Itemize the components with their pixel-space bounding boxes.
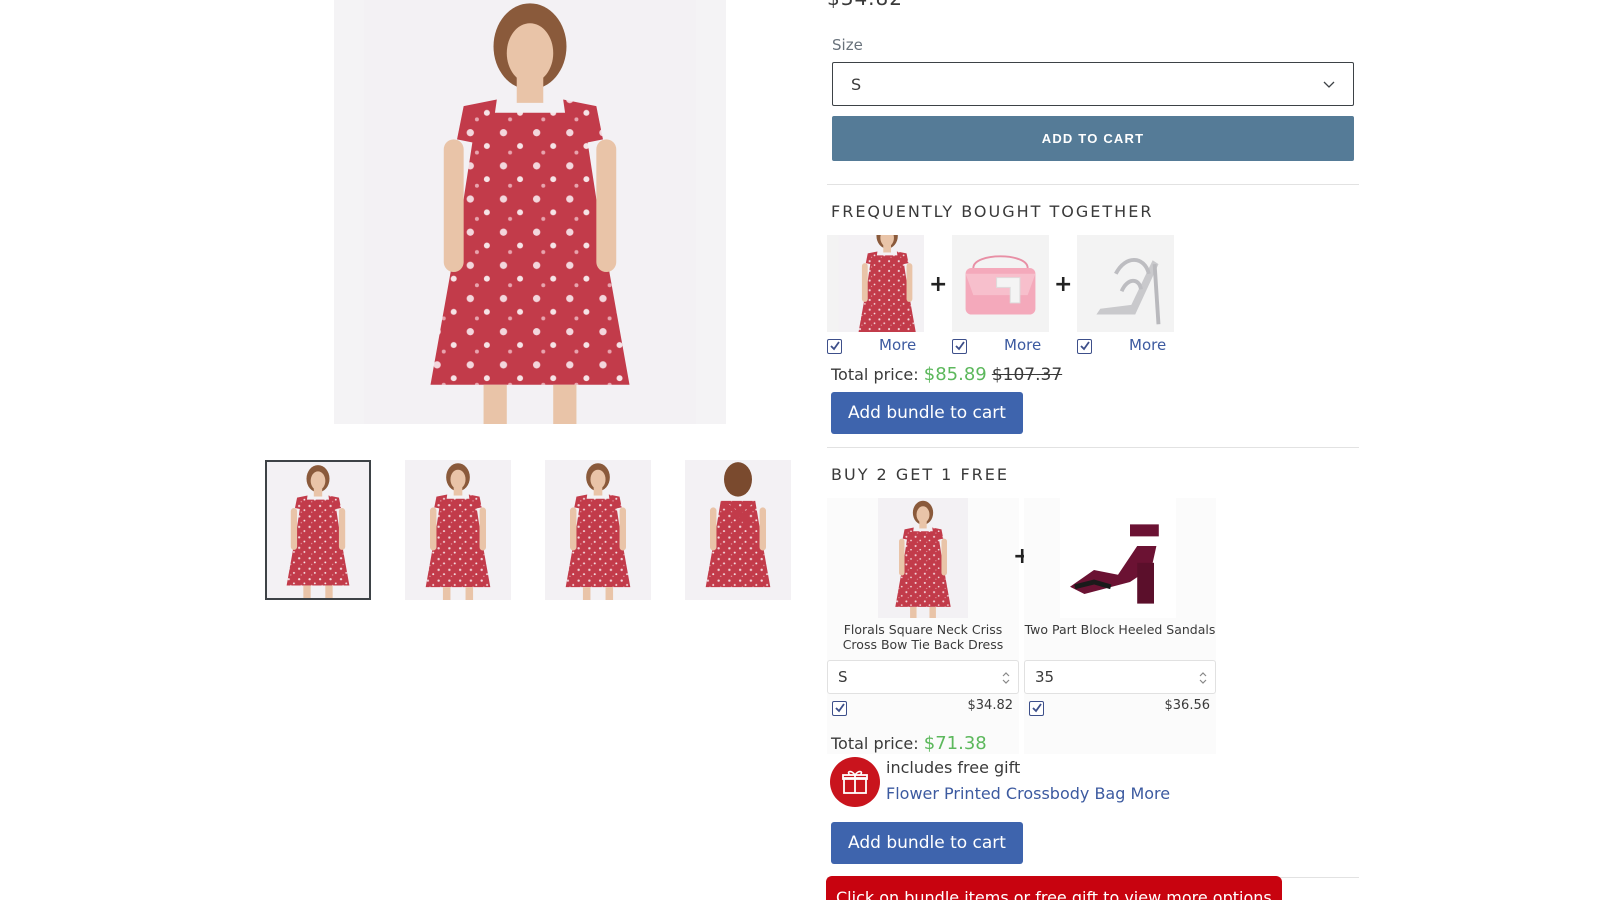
b2g1-item-option-value: 35 xyxy=(1035,668,1055,686)
b2g1-total: Total price: $71.38 xyxy=(831,733,987,754)
b2g1-item-checkbox[interactable] xyxy=(832,701,847,716)
b2g1-item-image[interactable] xyxy=(878,498,968,618)
chevron-down-icon xyxy=(1323,81,1335,88)
fbt-item-checkbox[interactable] xyxy=(952,339,967,354)
fbt-item-checkbox[interactable] xyxy=(1077,339,1092,354)
b2g1-item-image[interactable] xyxy=(1060,498,1176,618)
fbt-item-checkbox[interactable] xyxy=(827,339,842,354)
b2g1-add-bundle-button[interactable]: Add bundle to cart xyxy=(831,822,1023,864)
b2g1-title: BUY 2 GET 1 FREE xyxy=(831,465,1009,484)
b2g1-item-option-value: S xyxy=(838,668,848,686)
b2g1-item-price: $36.56 xyxy=(1164,698,1211,713)
b2g1-item-price: $34.82 xyxy=(967,698,1014,713)
bundle-hint-tooltip: Click on bundle items or free gift to vi… xyxy=(826,876,1282,900)
select-arrows-icon xyxy=(1199,672,1207,684)
b2g1-total-price: $71.38 xyxy=(923,733,987,754)
check-icon xyxy=(834,702,846,714)
divider xyxy=(827,184,1359,185)
product-main-image[interactable] xyxy=(334,0,726,424)
b2g1-item-option-select[interactable]: 35 xyxy=(1024,660,1216,694)
check-icon xyxy=(954,340,966,352)
size-label: Size xyxy=(832,36,863,54)
b2g1-item-name[interactable]: Florals Square Neck Criss Cross Bow Tie … xyxy=(827,622,1019,652)
free-gift-label: includes free gift xyxy=(886,758,1021,777)
add-to-cart-button[interactable]: ADD TO CART xyxy=(832,116,1354,161)
fbt-total-label: Total price: xyxy=(831,365,919,384)
fbt-add-bundle-button[interactable]: Add bundle to cart xyxy=(831,392,1023,434)
b2g1-item-option-select[interactable]: S xyxy=(827,660,1019,694)
b2g1-item-checkbox[interactable] xyxy=(1029,701,1044,716)
fbt-item-image[interactable] xyxy=(1077,235,1174,332)
fbt-total-price: $85.89 xyxy=(923,364,987,385)
product-thumbnail[interactable] xyxy=(265,460,371,600)
product-thumbnail[interactable] xyxy=(685,460,791,600)
check-icon xyxy=(1079,340,1091,352)
free-gift-link[interactable]: Flower Printed Crossbody Bag More xyxy=(886,784,1170,803)
b2g1-total-label: Total price: xyxy=(831,734,919,753)
plus-sign: + xyxy=(1054,272,1073,297)
check-icon xyxy=(1031,702,1043,714)
plus-sign: + xyxy=(929,272,948,297)
b2g1-item-card[interactable]: Florals Square Neck Criss Cross Bow Tie … xyxy=(827,498,1019,754)
product-price: $34.82 xyxy=(827,0,903,10)
fbt-item-image[interactable] xyxy=(952,235,1049,332)
fbt-original-price: $107.37 xyxy=(991,365,1063,385)
fbt-item-image[interactable] xyxy=(827,235,924,332)
fbt-item-more-link[interactable]: More xyxy=(1004,336,1041,354)
size-select-value: S xyxy=(851,74,862,94)
fbt-item-more-link[interactable]: More xyxy=(879,336,916,354)
b2g1-item-name[interactable]: Two Part Block Heeled Sandals xyxy=(1024,622,1216,637)
divider xyxy=(827,447,1359,448)
size-select[interactable]: S xyxy=(832,62,1354,106)
select-arrows-icon xyxy=(1002,672,1010,684)
check-icon xyxy=(829,340,841,352)
free-gift-button[interactable] xyxy=(830,757,880,807)
b2g1-item-card[interactable]: Two Part Block Heeled Sandals 35 $36.56 xyxy=(1024,498,1216,754)
product-thumbnail[interactable] xyxy=(405,460,511,600)
fbt-item-more-link[interactable]: More xyxy=(1129,336,1166,354)
gift-icon xyxy=(842,770,868,794)
fbt-title: FREQUENTLY BOUGHT TOGETHER xyxy=(831,202,1154,221)
fbt-total: Total price: $85.89 $107.37 xyxy=(831,364,1062,385)
product-thumbnail[interactable] xyxy=(545,460,651,600)
